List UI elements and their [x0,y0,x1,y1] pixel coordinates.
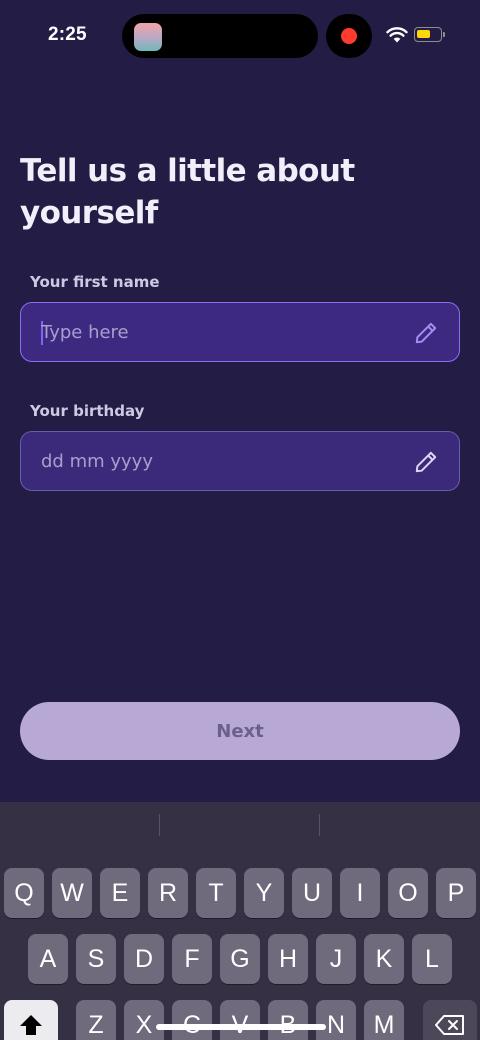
suggestion-divider [319,814,320,836]
birthday-label: Your birthday [30,402,145,420]
battery-level [417,30,430,38]
key-q[interactable]: Q [4,868,44,918]
birthday-input[interactable] [41,432,411,490]
first-name-input[interactable] [41,303,411,361]
key-l[interactable]: L [412,934,452,984]
battery-icon [414,27,442,42]
first-name-label: Your first name [30,273,160,291]
key-c[interactable]: C [172,1000,212,1040]
dynamic-island [122,14,318,58]
key-r[interactable]: R [148,868,188,918]
key-d[interactable]: D [124,934,164,984]
key-e[interactable]: E [100,868,140,918]
key-x[interactable]: X [124,1000,164,1040]
key-s[interactable]: S [76,934,116,984]
pencil-icon[interactable] [413,320,439,346]
key-w[interactable]: W [52,868,92,918]
home-indicator[interactable] [156,1024,326,1030]
key-y[interactable]: Y [244,868,284,918]
key-a[interactable]: A [28,934,68,984]
key-m[interactable]: M [364,1000,404,1040]
pencil-icon[interactable] [413,449,439,475]
key-j[interactable]: J [316,934,356,984]
key-k[interactable]: K [364,934,404,984]
shift-icon [20,1015,42,1035]
key-b[interactable]: B [268,1000,308,1040]
key-z[interactable]: Z [76,1000,116,1040]
app-icon [134,23,162,51]
delete-icon [435,1015,464,1035]
key-g[interactable]: G [220,934,260,984]
page-title: Tell us a little about yourself [20,153,355,231]
shift-key[interactable] [4,1000,58,1040]
key-i[interactable]: I [340,868,380,918]
key-t[interactable]: T [196,868,236,918]
key-u[interactable]: U [292,868,332,918]
key-h[interactable]: H [268,934,308,984]
key-n[interactable]: N [316,1000,356,1040]
wifi-icon [386,27,408,43]
status-bar: 2:25 [0,0,480,72]
status-time: 2:25 [48,24,87,45]
record-dot-icon [341,28,357,44]
key-v[interactable]: V [220,1000,260,1040]
next-button[interactable]: Next [20,702,460,760]
birthday-field[interactable] [20,431,460,491]
key-p[interactable]: P [436,868,476,918]
delete-key[interactable] [423,1000,477,1040]
key-o[interactable]: O [388,868,428,918]
suggestion-divider [159,814,160,836]
first-name-field[interactable] [20,302,460,362]
screen-recording-indicator [326,14,372,58]
key-f[interactable]: F [172,934,212,984]
battery-cap [443,32,445,37]
